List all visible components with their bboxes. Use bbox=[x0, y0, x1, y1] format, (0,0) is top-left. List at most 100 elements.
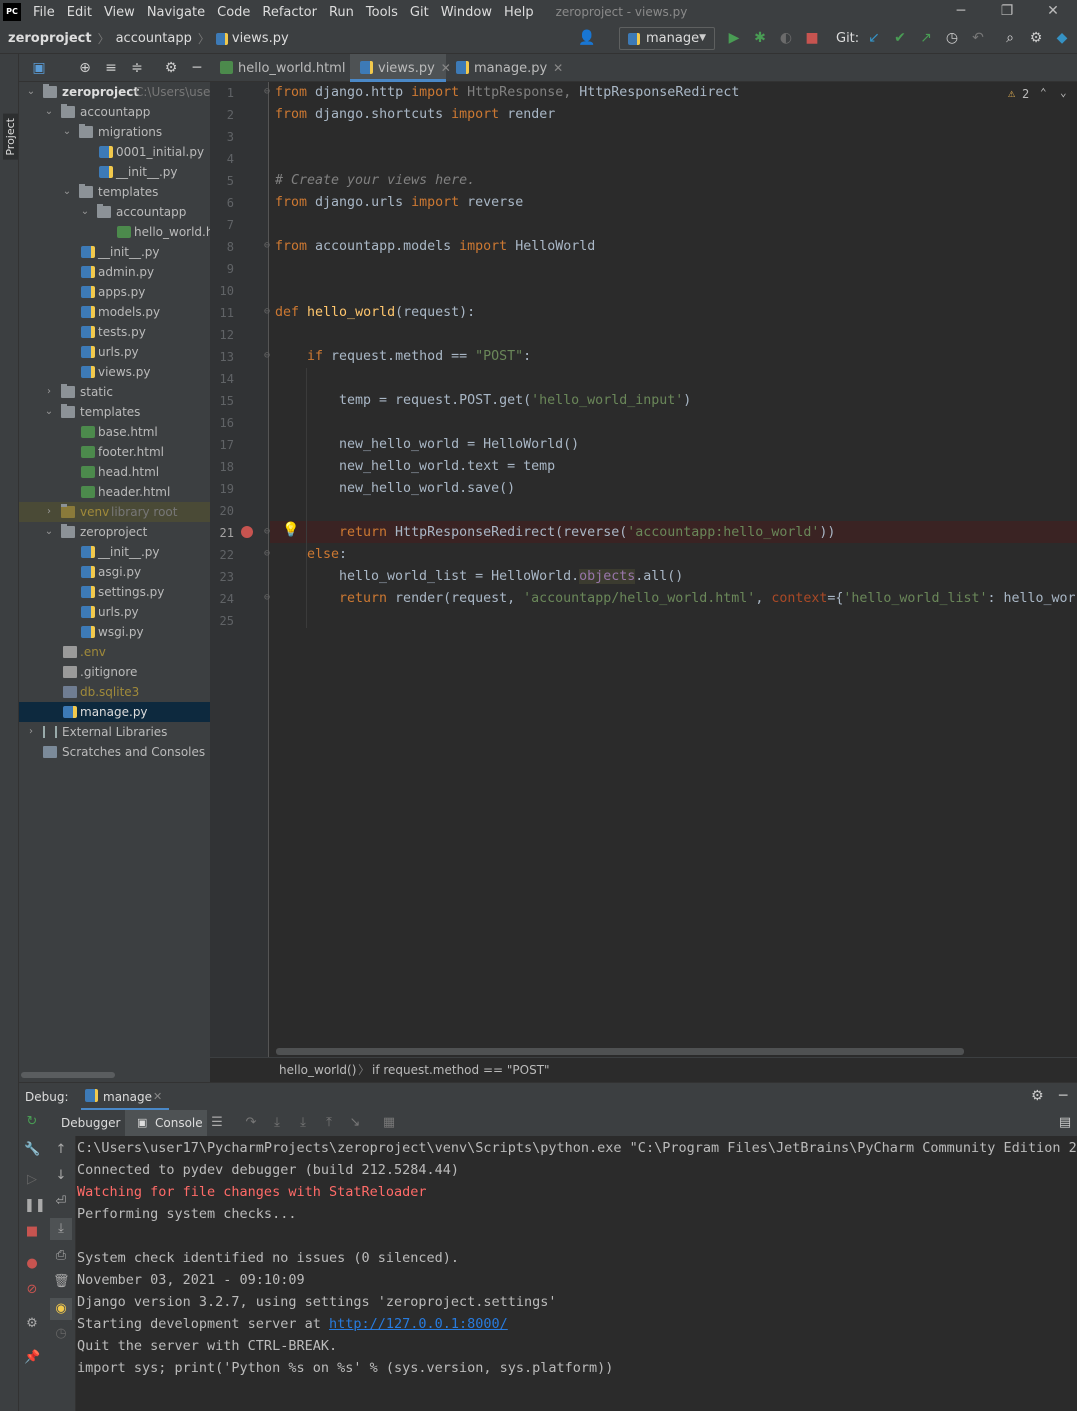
tree-scrollbar[interactable] bbox=[21, 1072, 115, 1078]
tree-item-asgi[interactable]: asgi.py bbox=[19, 562, 210, 582]
settings-icon[interactable]: ⚙ bbox=[1028, 30, 1044, 46]
debug-session-tab[interactable]: manage bbox=[103, 1090, 152, 1104]
tree-item-pkg-urls[interactable]: urls.py bbox=[19, 602, 210, 622]
hide-icon[interactable]: ─ bbox=[189, 60, 205, 76]
tree-item-models[interactable]: models.py bbox=[19, 302, 210, 322]
tree-item-gitignore[interactable]: .gitignore bbox=[19, 662, 210, 682]
step-into-my-code-icon[interactable]: ⤓ bbox=[295, 1115, 311, 1131]
tree-item-hello-world-html[interactable]: hello_world.ht bbox=[19, 222, 210, 242]
coverage-icon[interactable]: ◐ bbox=[778, 30, 794, 46]
tree-item-root-templates[interactable]: ⌄ templates bbox=[19, 402, 210, 422]
tree-item-migrations[interactable]: ⌄ migrations bbox=[19, 122, 210, 142]
python-console-icon[interactable]: ◉ bbox=[53, 1301, 69, 1317]
menu-file[interactable]: File bbox=[33, 5, 55, 20]
pause-icon[interactable]: ❚❚ bbox=[24, 1198, 46, 1214]
debug-icon[interactable]: ✱ bbox=[752, 30, 768, 46]
tree-item-scratches[interactable]: Scratches and Consoles bbox=[19, 742, 210, 762]
run-to-cursor-icon[interactable]: ↘ bbox=[347, 1115, 363, 1131]
menu-code[interactable]: Code bbox=[217, 5, 250, 20]
resume-icon[interactable]: ▷ bbox=[24, 1172, 40, 1188]
close-icon[interactable]: ✕ bbox=[1030, 0, 1076, 24]
tree-item-base-html[interactable]: base.html bbox=[19, 422, 210, 442]
breadcrumb-file[interactable]: views.py bbox=[232, 31, 289, 46]
wrench-icon[interactable]: 🔧 bbox=[24, 1142, 40, 1158]
menu-tools[interactable]: Tools bbox=[366, 5, 398, 20]
pin-icon[interactable]: 📌 bbox=[24, 1350, 40, 1366]
code-editor[interactable]: 💡 from django.http import HttpResponse, … bbox=[270, 82, 1077, 1057]
git-update-icon[interactable]: ↙ bbox=[866, 30, 882, 46]
view-breakpoints-icon[interactable]: ● bbox=[24, 1256, 40, 1272]
git-push-icon[interactable]: ↗ bbox=[918, 30, 934, 46]
editor-horizontal-scrollbar[interactable] bbox=[276, 1048, 964, 1055]
rerun-icon[interactable]: ↻ bbox=[24, 1114, 40, 1130]
search-icon[interactable]: ⌕ bbox=[1002, 30, 1018, 46]
tree-item-urls[interactable]: urls.py bbox=[19, 342, 210, 362]
tab-views-py[interactable]: views.py ✕ bbox=[350, 54, 451, 82]
tree-item-footer-html[interactable]: footer.html bbox=[19, 442, 210, 462]
arrow-up-icon[interactable]: ↑ bbox=[53, 1142, 69, 1158]
run-icon[interactable]: ▶ bbox=[726, 30, 742, 46]
chevron-down-icon[interactable]: ⌄ bbox=[1060, 86, 1067, 99]
mute-breakpoints-icon[interactable]: ⊘ bbox=[24, 1282, 40, 1298]
project-tool-tab[interactable]: Project bbox=[3, 114, 18, 160]
breadcrumb-function[interactable]: hello_world() bbox=[279, 1058, 356, 1082]
menu-window[interactable]: Window bbox=[441, 5, 492, 20]
tree-item-manage[interactable]: manage.py bbox=[19, 702, 210, 722]
tree-item-db-sqlite3[interactable]: db.sqlite3 bbox=[19, 682, 210, 702]
menu-edit[interactable]: Edit bbox=[67, 5, 92, 20]
tree-item-pkg-init[interactable]: __init__.py bbox=[19, 542, 210, 562]
tree-item-venv[interactable]: › venv library root bbox=[19, 502, 210, 522]
tree-item-zeroproject-pkg[interactable]: ⌄ zeroproject bbox=[19, 522, 210, 542]
close-tab-icon[interactable]: ✕ bbox=[553, 61, 563, 75]
rollback-icon[interactable]: ↶ bbox=[970, 30, 986, 46]
menu-refactor[interactable]: Refactor bbox=[262, 5, 317, 20]
arrow-down-icon[interactable]: ↓ bbox=[53, 1168, 69, 1184]
layout-icon[interactable]: ▤ bbox=[1057, 1115, 1073, 1131]
trash-icon[interactable]: 🗑 bbox=[53, 1274, 70, 1290]
tree-item-static[interactable]: › static bbox=[19, 382, 210, 402]
tab-manage-py[interactable]: manage.py ✕ bbox=[446, 54, 563, 82]
print-icon[interactable]: ⎙ bbox=[53, 1248, 69, 1264]
collapse-all-icon[interactable]: ≑ bbox=[129, 60, 145, 76]
project-view-icon[interactable]: ▣ bbox=[31, 60, 47, 76]
history-icon[interactable]: ◷ bbox=[944, 30, 960, 46]
gear-icon[interactable]: ⚙ bbox=[1031, 1088, 1044, 1104]
tree-item-external-libraries[interactable]: › External Libraries bbox=[19, 722, 210, 742]
tree-item-apps[interactable]: apps.py bbox=[19, 282, 210, 302]
evaluate-icon[interactable]: ▦ bbox=[381, 1115, 397, 1131]
tree-item-migrations-init[interactable]: __init__.py bbox=[19, 162, 210, 182]
tree-item-templates[interactable]: ⌄ templates bbox=[19, 182, 210, 202]
breadcrumb-condition[interactable]: if request.method == "POST" bbox=[372, 1058, 550, 1082]
scroll-to-end-icon[interactable]: ⤓ bbox=[53, 1221, 69, 1237]
git-commit-icon[interactable]: ✔ bbox=[892, 30, 908, 46]
soft-wrap-icon[interactable]: ⏎ bbox=[53, 1194, 69, 1210]
tab-console[interactable]: Console bbox=[155, 1116, 203, 1130]
tree-item-wsgi[interactable]: wsgi.py bbox=[19, 622, 210, 642]
warning-icon[interactable]: ⚠ bbox=[1008, 86, 1015, 100]
breadcrumb-folder[interactable]: accountapp bbox=[116, 31, 192, 46]
step-out-icon[interactable]: ⤒ bbox=[321, 1115, 337, 1131]
list-icon[interactable]: ☰ bbox=[209, 1115, 225, 1131]
menu-navigate[interactable]: Navigate bbox=[147, 5, 205, 20]
menu-git[interactable]: Git bbox=[410, 5, 429, 20]
tree-item-init[interactable]: __init__.py bbox=[19, 242, 210, 262]
menu-view[interactable]: View bbox=[104, 5, 135, 20]
user-icon[interactable]: 👤 bbox=[578, 30, 595, 46]
tree-item-views[interactable]: views.py bbox=[19, 362, 210, 382]
tab-hello-world-html[interactable]: hello_world.html✕ bbox=[210, 54, 362, 82]
tree-item-settings[interactable]: settings.py bbox=[19, 582, 210, 602]
close-session-icon[interactable]: ✕ bbox=[153, 1090, 162, 1103]
menu-help[interactable]: Help bbox=[504, 5, 534, 20]
step-into-icon[interactable]: ⤓ bbox=[269, 1115, 285, 1131]
step-over-icon[interactable]: ↷ bbox=[243, 1115, 259, 1131]
tree-item-templates-accountapp[interactable]: ⌄ accountapp bbox=[19, 202, 210, 222]
debug-console[interactable]: C:\Users\user17\PycharmProjects\zeroproj… bbox=[76, 1136, 1077, 1411]
history-icon[interactable]: ◷ bbox=[53, 1326, 69, 1342]
expand-all-icon[interactable]: ≡ bbox=[103, 60, 119, 76]
chevron-up-icon[interactable]: ⌃ bbox=[1040, 86, 1047, 99]
locate-icon[interactable]: ⊕ bbox=[77, 60, 93, 76]
tree-item-accountapp[interactable]: ⌄ accountapp bbox=[19, 102, 210, 122]
server-url-link[interactable]: http://127.0.0.1:8000/ bbox=[329, 1316, 508, 1332]
tree-item-head-html[interactable]: head.html bbox=[19, 462, 210, 482]
restore-icon[interactable]: ❐ bbox=[984, 0, 1030, 24]
